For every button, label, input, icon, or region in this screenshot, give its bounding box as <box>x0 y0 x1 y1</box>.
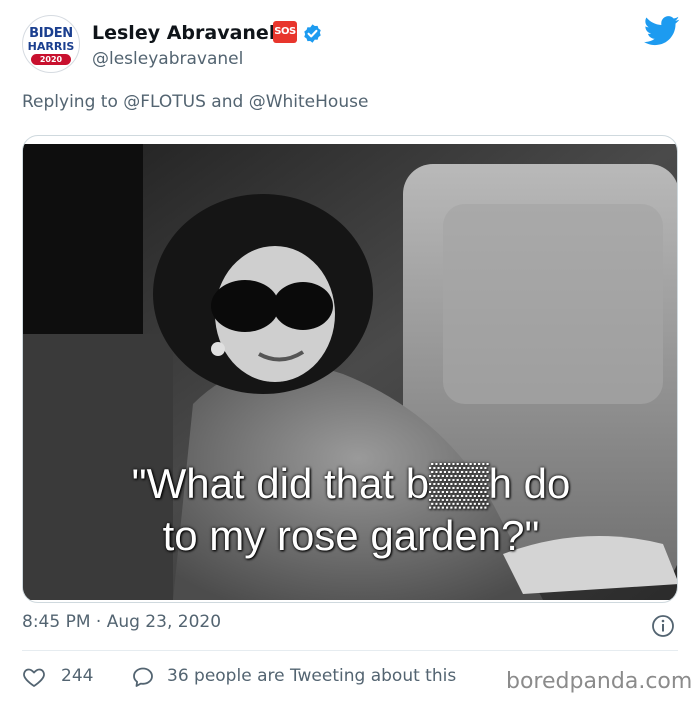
avatar-line2: HARRIS <box>27 40 75 53</box>
twitter-bird-icon[interactable] <box>644 16 680 46</box>
info-icon[interactable] <box>651 614 675 638</box>
avatar-line1: BIDEN <box>29 26 73 41</box>
avatar-line3: 2020 <box>31 54 71 65</box>
caption-line-1: "What did that b▒▒h do <box>131 460 571 507</box>
watermark: boredpanda.com <box>506 669 693 694</box>
mention-whitehouse[interactable]: @WhiteHouse <box>249 92 369 112</box>
tweeting-about-link[interactable]: 36 people are Tweeting about this <box>167 666 456 686</box>
avatar[interactable]: BIDEN HARRIS 2020 <box>22 15 80 73</box>
mention-flotus[interactable]: @FLOTUS <box>123 92 206 112</box>
author-name[interactable]: Lesley Abravanel <box>92 22 275 44</box>
like-count[interactable]: 244 <box>61 666 93 686</box>
divider <box>22 650 678 651</box>
caption-line-2: to my rose garden?" <box>162 512 540 559</box>
tweet-timestamp[interactable]: 8:45 PM · Aug 23, 2020 <box>22 612 221 632</box>
replying-prefix: Replying to <box>22 92 124 112</box>
tweet-media[interactable]: "What did that b▒▒h do to my rose garden… <box>22 135 678 603</box>
reply-bubble-icon[interactable] <box>131 665 155 689</box>
image-caption: "What did that b▒▒h do to my rose garden… <box>23 458 677 562</box>
author-handle[interactable]: @lesleyabravanel <box>92 49 243 69</box>
verified-icon <box>304 24 321 43</box>
sos-badge: SOS <box>273 21 297 43</box>
heart-icon[interactable] <box>22 665 46 689</box>
replying-to: Replying to @FLOTUS and @WhiteHouse <box>22 92 368 112</box>
replying-joiner: and <box>205 92 249 112</box>
